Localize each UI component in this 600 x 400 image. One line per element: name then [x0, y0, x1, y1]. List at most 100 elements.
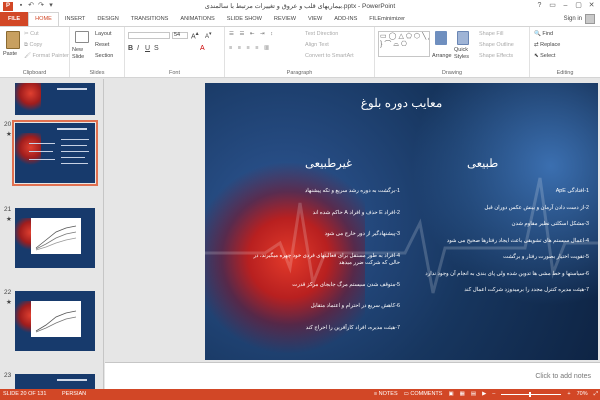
replace-button[interactable]: ⇄ Replace	[534, 42, 560, 48]
align-icons[interactable]: ≡ ≡ ≡ ≡ ▥	[229, 45, 271, 51]
reset-button[interactable]: Reset	[95, 42, 109, 48]
convert-smartart-button[interactable]: Convert to SmartArt	[305, 53, 354, 59]
fit-to-window-icon[interactable]: ⤢	[594, 389, 598, 400]
zoom-out-icon[interactable]: –	[492, 389, 495, 400]
slideshow-icon[interactable]: ▶	[482, 389, 486, 400]
new-slide-icon[interactable]	[75, 31, 89, 43]
list-item: 3-پیشنهادگیر از دور خارج می شود	[324, 231, 400, 237]
customize-icon[interactable]: ▾	[47, 2, 55, 10]
ribbon: Paste ✂ Cut ⧉ Copy 🖌 Format Painter Clip…	[0, 26, 600, 78]
undo-icon[interactable]: ↶	[27, 2, 35, 10]
zoom-in-icon[interactable]: +	[567, 389, 570, 400]
list-icons[interactable]: ☰ ☰ ⇤ ⇥ ↕	[229, 31, 275, 37]
cut-button[interactable]: ✂ Cut	[24, 31, 39, 37]
paste-icon[interactable]	[6, 31, 20, 49]
font-group: 54 A▴ A▾ B I U S A Font	[125, 27, 225, 77]
avatar[interactable]	[585, 14, 595, 24]
paragraph-group-label: Paragraph	[286, 70, 313, 76]
shape-outline-button[interactable]: Shape Outline	[479, 42, 514, 48]
shadow-icon[interactable]: S	[154, 45, 159, 52]
brush-icon: 🖌	[24, 53, 33, 59]
close-icon[interactable]: ✕	[585, 0, 598, 11]
comments-toggle[interactable]: ▭ COMMENTS	[404, 389, 443, 400]
help-icon[interactable]: ?	[533, 0, 546, 11]
tab-file[interactable]: FILE	[0, 12, 29, 26]
list-item: 2-افراد E حذف و افراد A حاکم شده اند	[312, 209, 400, 216]
shape-fill-button[interactable]: Shape Fill	[479, 31, 503, 37]
current-slide[interactable]: معایب دوره بلوغ طبیعی 1-افتادگی ApE 2-از…	[205, 83, 598, 360]
layout-button[interactable]: Layout	[95, 31, 112, 37]
slide-sorter-icon[interactable]: ▦	[460, 389, 465, 400]
window-title: بیماریهای قلب و عروق و تغییرات مرتبط با …	[204, 3, 396, 10]
slide-thumbnail-pane[interactable]: 20 ★ 21 ★ 22 ★ 23	[0, 79, 104, 389]
zoom-slider[interactable]	[501, 392, 562, 397]
reading-view-icon[interactable]: ▤	[471, 389, 476, 400]
status-bar: SLIDE 20 OF 131 PERSIAN ≡ NOTES ▭ COMMEN…	[0, 389, 600, 400]
tab-add-ins[interactable]: ADD-INS	[328, 12, 363, 26]
powerpoint-app-icon: P	[3, 1, 13, 11]
zoom-level[interactable]: 70%	[577, 389, 588, 400]
right-column-list[interactable]: 1-افتادگی ApE 2-از دست دادن آرمان و بینش…	[413, 188, 589, 304]
notes-pane[interactable]: Click to add notes	[105, 362, 600, 389]
quick-styles-icon[interactable]	[457, 31, 469, 45]
right-column-heading[interactable]: طبیعی	[467, 156, 498, 170]
thumbnail-text-line	[61, 163, 88, 164]
format-painter-button[interactable]: 🖌 Format Painter	[24, 53, 69, 59]
slide-thumbnail-21[interactable]	[15, 208, 95, 268]
slide-thumbnail-20-selected[interactable]	[12, 120, 98, 186]
arrange-button[interactable]: Arrange	[432, 53, 452, 59]
zoom-slider-thumb[interactable]	[529, 392, 532, 397]
slide-title[interactable]: معایب دوره بلوغ	[205, 96, 598, 110]
thumbnail-title-line	[57, 379, 87, 381]
minimize-icon[interactable]: –	[559, 0, 572, 11]
align-text-button[interactable]: Align Text	[305, 42, 329, 48]
tab-animations[interactable]: ANIMATIONS	[174, 12, 220, 26]
tab-insert[interactable]: INSERT	[59, 12, 91, 26]
redo-icon[interactable]: ↷	[37, 2, 45, 10]
notes-toggle[interactable]: ≡ NOTES	[374, 389, 398, 400]
font-size-field[interactable]: 54	[172, 32, 188, 39]
list-item: 4-اعمال سیستم های تشویقی باعث ایجاد رفتا…	[446, 237, 589, 244]
text-direction-button[interactable]: Text Direction	[305, 31, 338, 37]
normal-view-icon[interactable]: ▣	[448, 389, 453, 400]
shapes-gallery[interactable]: ▭◯△⬠⬡╲╱⇨⇦☆{ }⌒⌓⎔	[378, 31, 430, 57]
underline-icon[interactable]: U	[145, 45, 150, 52]
left-column-heading[interactable]: غیرطبیعی	[305, 156, 352, 170]
tab-home[interactable]: HOME	[28, 12, 59, 26]
new-slide-button[interactable]: New Slide	[72, 47, 94, 61]
tab-review[interactable]: REVIEW	[268, 12, 302, 26]
section-button[interactable]: Section	[95, 53, 113, 59]
slide-thumbnail-19[interactable]	[15, 83, 95, 115]
thumbnail-chart-lines	[35, 310, 77, 333]
italic-icon[interactable]: I	[137, 45, 139, 52]
shape-effects-button[interactable]: Shape Effects	[479, 53, 513, 59]
list-item: 3-مشکل اسکلتی نظیر مقاوم شدن	[511, 221, 589, 227]
grow-font-icon[interactable]: A▴	[191, 31, 199, 40]
font-name-field[interactable]	[128, 32, 170, 39]
arrange-icon[interactable]	[435, 31, 447, 45]
paste-button[interactable]: Paste	[3, 51, 17, 57]
slide-thumbnail-22[interactable]	[15, 291, 95, 351]
font-color-icon[interactable]: A	[200, 45, 205, 52]
slide-thumbnail-23[interactable]	[15, 374, 95, 389]
sign-in-link[interactable]: Sign in	[564, 12, 582, 26]
save-icon[interactable]: ▪	[17, 2, 25, 10]
tab-transitions[interactable]: TRANSITIONS	[125, 12, 175, 26]
list-item: 7-هیئت مدیره، افراد کارآفرین را اخراج کن…	[305, 324, 400, 331]
ribbon-display-icon[interactable]: ▭	[546, 0, 559, 11]
bold-icon[interactable]: B	[128, 45, 133, 52]
left-column-list[interactable]: 1-برگشت به دوره رشد سریع و تکه پیشنهاد 2…	[250, 188, 400, 346]
select-button[interactable]: ⬉ Select	[534, 53, 555, 59]
tab-fileminimizer[interactable]: FILEminimizer	[363, 12, 411, 26]
maximize-icon[interactable]: ▢	[572, 0, 585, 11]
shrink-font-icon[interactable]: A▾	[205, 31, 212, 40]
animation-star-icon: ★	[6, 216, 12, 223]
language-indicator[interactable]: PERSIAN	[62, 389, 86, 400]
quick-styles-button[interactable]: Quick Styles	[454, 47, 476, 61]
tab-view[interactable]: VIEW	[302, 12, 328, 26]
find-button[interactable]: 🔍 Find	[534, 31, 553, 37]
copy-button[interactable]: ⧉ Copy	[24, 42, 42, 49]
tab-slide-show[interactable]: SLIDE SHOW	[221, 12, 268, 26]
tab-design[interactable]: DESIGN	[91, 12, 124, 26]
thumbnail-title-line	[57, 128, 87, 130]
